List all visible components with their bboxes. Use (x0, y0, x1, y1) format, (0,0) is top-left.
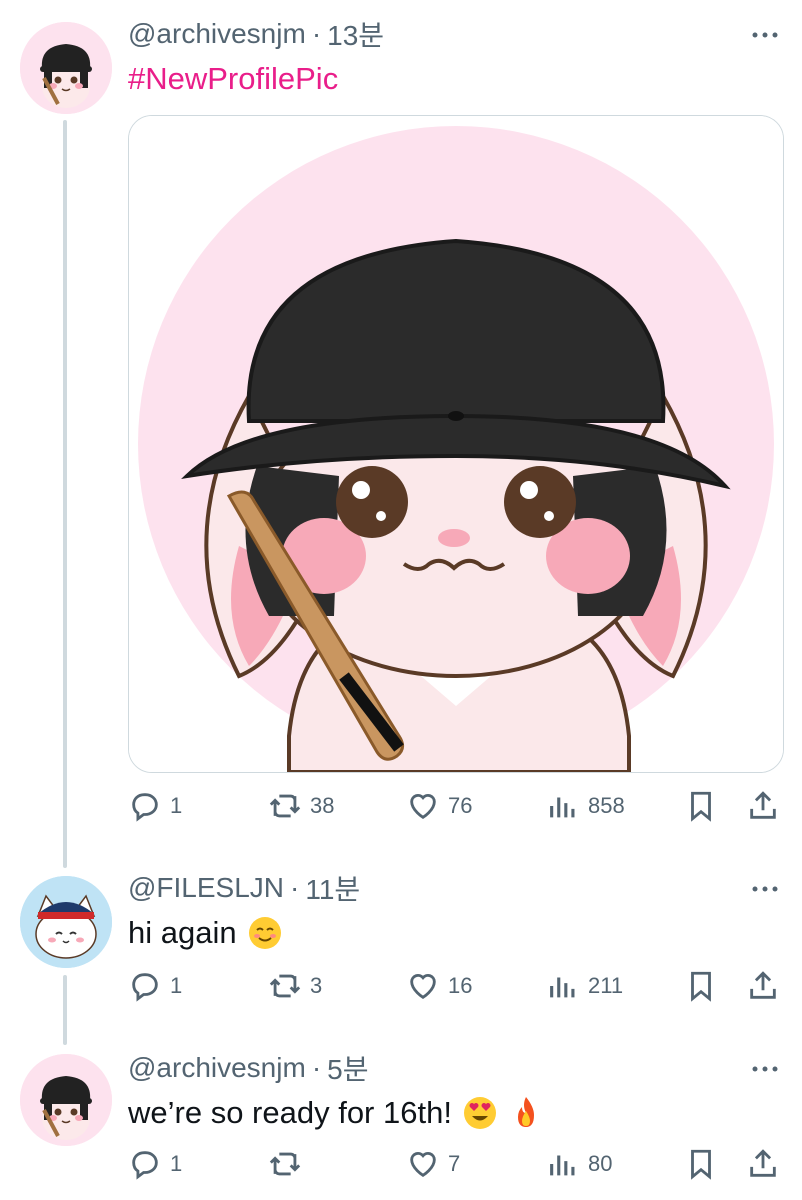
reply-icon (132, 793, 158, 822)
separator: · (311, 18, 322, 49)
views-icon (550, 797, 575, 818)
heart-eyes-icon (462, 1095, 498, 1131)
tweet-text: we’re so ready for 16th! (128, 1095, 452, 1130)
retweet-button[interactable]: 3 (268, 969, 322, 1003)
retweet-count: 38 (310, 793, 335, 818)
views-icon (550, 977, 575, 998)
reply-icon (132, 1151, 158, 1180)
reply-button[interactable]: 1 (128, 969, 182, 1003)
tweet-time[interactable]: 13분 (327, 14, 384, 54)
avatar[interactable] (20, 876, 112, 968)
retweet-icon (269, 794, 301, 818)
bookmark-button[interactable] (684, 789, 718, 823)
retweet-button[interactable] (268, 1147, 310, 1181)
like-count: 16 (448, 973, 473, 998)
tweet-3: @archivesnjm · 5분 we’re so ready for 16t… (128, 1050, 780, 1134)
heart-icon (410, 794, 436, 820)
views-count: 858 (588, 793, 625, 818)
retweet-icon (269, 974, 301, 998)
separator: · (311, 1052, 322, 1083)
bunny-avatar-image (20, 1054, 112, 1146)
more-options-icon[interactable] (750, 20, 780, 50)
avatar[interactable] (20, 1054, 112, 1146)
reply-icon (132, 973, 158, 1002)
bookmark-icon (691, 1149, 711, 1180)
cat-avatar-image (20, 876, 112, 968)
thread-line (63, 120, 67, 868)
heart-icon (410, 974, 436, 1000)
retweet-icon (269, 1152, 301, 1176)
reply-button[interactable]: 1 (128, 789, 182, 823)
tweet-1: @archivesnjm · 13분 #NewProfilePic (128, 16, 780, 100)
tweet-actions: 1 38 76 858 (128, 786, 782, 826)
share-button[interactable] (746, 789, 780, 823)
share-icon (750, 971, 776, 999)
like-button[interactable]: 16 (406, 969, 472, 1003)
views-count: 211 (588, 973, 624, 998)
heart-icon (410, 1152, 436, 1178)
smiling-face-icon (247, 915, 283, 951)
thread-line (63, 975, 67, 1045)
views-button[interactable]: 80 (546, 1147, 612, 1181)
share-button[interactable] (746, 969, 780, 1003)
like-count: 76 (448, 793, 473, 818)
bookmark-icon (691, 971, 711, 1002)
bunny-avatar-image (20, 22, 112, 114)
bookmark-button[interactable] (684, 969, 718, 1003)
views-button[interactable]: 211 (546, 969, 623, 1003)
tweet-text: hi again (128, 915, 237, 950)
reply-count: 1 (170, 973, 183, 998)
tweet-handle[interactable]: @archivesnjm (128, 18, 306, 50)
avatar[interactable] (20, 22, 112, 114)
bunny-profile-illustration (129, 116, 783, 772)
more-options-icon[interactable] (750, 874, 780, 904)
reply-count: 1 (170, 793, 183, 818)
like-count: 7 (448, 1151, 461, 1176)
views-count: 80 (588, 1151, 613, 1176)
share-button[interactable] (746, 1147, 780, 1181)
share-icon (750, 1149, 776, 1177)
tweet-handle[interactable]: @FILESLJN (128, 872, 284, 904)
like-button[interactable]: 76 (406, 789, 472, 823)
views-icon (550, 1155, 575, 1176)
tweet-media-image[interactable] (128, 115, 784, 773)
separator: · (290, 872, 300, 903)
share-icon (750, 791, 776, 819)
tweet-actions: 1 7 80 (128, 1144, 782, 1184)
bookmark-button[interactable] (684, 1147, 718, 1181)
tweet-2: @FILESLJN · 11분 hi again (128, 870, 780, 954)
more-options-icon[interactable] (750, 1054, 780, 1084)
tweet-actions: 1 3 16 211 (128, 966, 782, 1006)
fire-icon (508, 1095, 544, 1131)
retweet-button[interactable]: 38 (268, 789, 334, 823)
like-button[interactable]: 7 (406, 1147, 460, 1181)
tweet-time[interactable]: 5분 (327, 1048, 368, 1088)
retweet-count: 3 (310, 973, 323, 998)
views-button[interactable]: 858 (546, 789, 625, 823)
hashtag-link[interactable]: #NewProfilePic (128, 61, 338, 97)
reply-button[interactable]: 1 (128, 1147, 182, 1181)
bookmark-icon (691, 791, 711, 822)
tweet-time[interactable]: 11분 (305, 868, 360, 908)
reply-count: 1 (170, 1151, 183, 1176)
tweet-handle[interactable]: @archivesnjm (128, 1052, 306, 1084)
